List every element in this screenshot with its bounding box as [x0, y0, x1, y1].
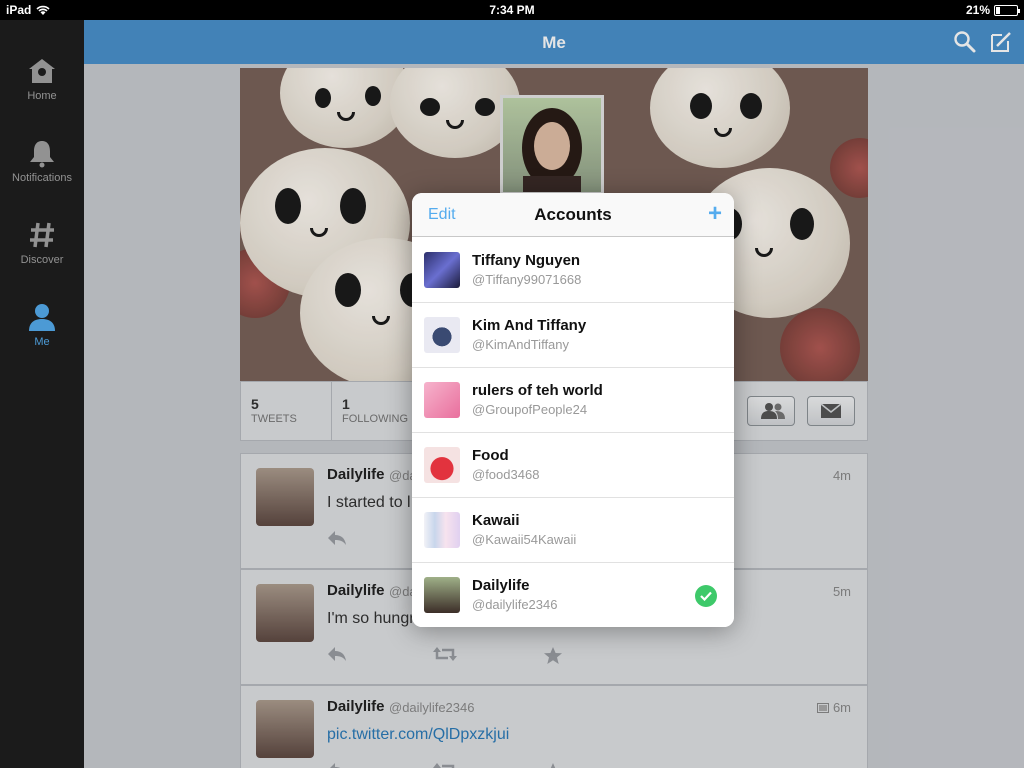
status-right: 21%: [965, 3, 1020, 17]
selected-check-icon: [695, 585, 717, 607]
account-handle: @Kawaii54Kawaii: [472, 532, 577, 547]
account-name: Food: [472, 447, 509, 464]
add-account-button[interactable]: +: [708, 202, 722, 226]
account-item[interactable]: Dailylife @dailylife2346: [412, 563, 734, 627]
account-handle: @dailylife2346: [472, 597, 558, 612]
account-handle: @Tiffany99071668: [472, 272, 582, 287]
account-avatar: [424, 317, 460, 353]
account-avatar: [424, 577, 460, 613]
popover-title: Accounts: [534, 205, 612, 224]
account-avatar: [424, 252, 460, 288]
account-item[interactable]: Kawaii @Kawaii54Kawaii: [412, 498, 734, 563]
account-name: Tiffany Nguyen: [472, 252, 581, 269]
account-handle: @GroupofPeople24: [472, 402, 588, 417]
account-handle: @food3468: [472, 467, 540, 482]
account-avatar: [424, 512, 460, 548]
account-name: rulers of teh world: [472, 382, 603, 399]
battery-percent: 21%: [965, 3, 990, 17]
accounts-popover: Edit Accounts + Tiffany Nguyen @Tiffany9…: [412, 193, 734, 627]
status-time: 7:34 PM: [489, 3, 535, 17]
account-item[interactable]: rulers of teh world @GroupofPeople24: [412, 368, 734, 433]
account-handle: @KimAndTiffany: [472, 337, 570, 352]
battery-icon: [994, 4, 1020, 16]
account-name: Kawaii: [472, 512, 520, 529]
account-item[interactable]: Tiffany Nguyen @Tiffany99071668: [412, 238, 734, 303]
status-bar: iPad 7:34 PM 21%: [0, 0, 1024, 20]
battery-fill: [996, 6, 1001, 14]
account-avatar: [424, 447, 460, 483]
account-item[interactable]: Food @food3468: [412, 433, 734, 498]
account-item[interactable]: Kim And Tiffany @KimAndTiffany: [412, 303, 734, 368]
account-name: Dailylife: [472, 577, 530, 594]
account-avatar: [424, 382, 460, 418]
account-name: Kim And Tiffany: [472, 317, 587, 334]
popover-header: Edit Accounts +: [412, 193, 734, 237]
app: iPad 7:34 PM 21% Home Notifications Disc…: [0, 0, 1024, 768]
